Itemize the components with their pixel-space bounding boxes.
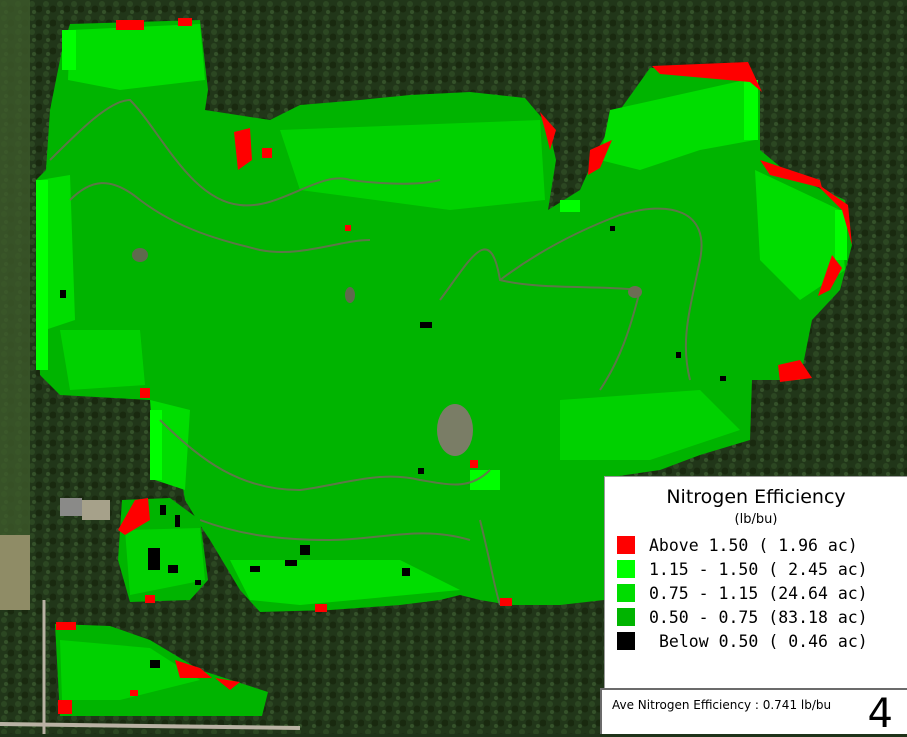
- legend-label: Below 0.50: [659, 631, 759, 651]
- legend-label: Above 1.50: [649, 535, 749, 555]
- farm-building: [60, 498, 82, 516]
- legend-area: ( 2.45 ac): [768, 559, 868, 579]
- legend-swatch-green: [617, 584, 635, 602]
- legend-swatch-dark-green: [617, 608, 635, 626]
- legend-panel: Nitrogen Efficiency (lb/bu) Above 1.50 (…: [604, 476, 907, 688]
- low-spot: [437, 404, 473, 456]
- legend-item-above-150: Above 1.50 ( 1.96 ac): [617, 534, 858, 556]
- legend-item-115-150: 1.15 - 1.50 ( 2.45 ac): [617, 558, 868, 580]
- farmstead-clearing: [0, 535, 30, 610]
- legend-area: ( 0.46 ac): [768, 631, 868, 651]
- legend-title: Nitrogen Efficiency: [666, 486, 846, 508]
- legend-area: (83.18 ac): [768, 607, 868, 627]
- footer-bar: Ave Nitrogen Efficiency : 0.741 lb/bu 4: [600, 688, 907, 737]
- legend-area: (24.64 ac): [768, 583, 868, 603]
- legend-label: 0.75 - 1.15: [649, 583, 759, 603]
- legend-label: 1.15 - 1.50: [649, 559, 759, 579]
- farm-yard: [82, 500, 110, 520]
- legend-item-050-075: 0.50 - 0.75 (83.18 ac): [617, 606, 868, 628]
- low-spot-3: [345, 287, 355, 303]
- legend-item-075-115: 0.75 - 1.15 (24.64 ac): [617, 582, 868, 604]
- legend-swatch-red: [617, 536, 635, 554]
- legend-unit: (lb/bu): [734, 512, 778, 527]
- low-spot-2: [132, 248, 148, 262]
- legend-swatch-black: [617, 632, 635, 650]
- low-spot-4: [628, 286, 642, 298]
- page-number: 4: [867, 691, 893, 737]
- legend-item-below-050: Below 0.50 ( 0.46 ac): [617, 630, 868, 652]
- adjacent-crop-strip: [0, 0, 30, 540]
- average-efficiency: Ave Nitrogen Efficiency : 0.741 lb/bu: [612, 698, 832, 712]
- legend-label: 0.50 - 0.75: [649, 607, 759, 627]
- legend-swatch-bright-green: [617, 560, 635, 578]
- legend-area: ( 1.96 ac): [758, 535, 858, 555]
